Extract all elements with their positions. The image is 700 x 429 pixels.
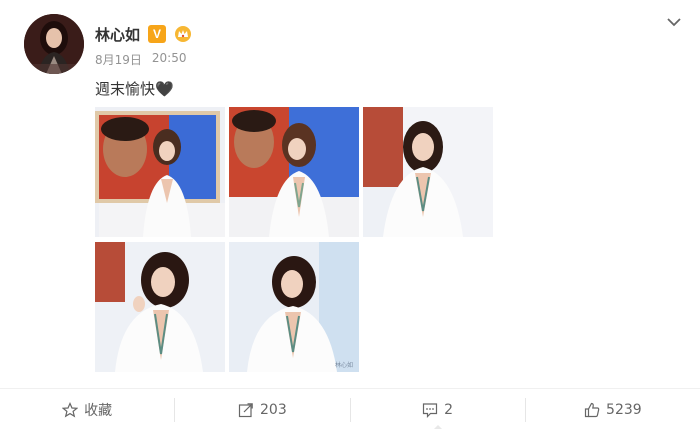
post-action-bar: 收藏 203 2 5239 (0, 388, 700, 429)
post-photo-3[interactable] (363, 107, 493, 237)
repost-button[interactable]: 203 (175, 389, 349, 429)
post-photo-4[interactable] (95, 242, 225, 372)
like-button[interactable]: 5239 (526, 389, 700, 429)
post-photo-5[interactable]: 林心如 (229, 242, 359, 372)
weibo-post-card: 林心如 V 8月19日 20:50 週末愉快🖤 林心如 收藏 203 2 523… (0, 0, 700, 429)
star-icon (62, 401, 79, 417)
repost-count: 203 (260, 401, 287, 418)
author-avatar[interactable] (24, 14, 84, 74)
author-name[interactable]: 林心如 (95, 24, 140, 45)
post-date[interactable]: 8月19日 (95, 51, 142, 68)
share-icon (238, 402, 253, 417)
like-count: 5239 (606, 401, 642, 418)
comment-count: 2 (444, 401, 454, 418)
favorite-button[interactable]: 收藏 (0, 389, 174, 429)
active-tab-indicator (432, 425, 443, 429)
post-photo-1[interactable] (95, 107, 225, 237)
post-meta: 8月19日 20:50 (95, 51, 187, 68)
post-photo-2[interactable] (229, 107, 359, 237)
thumbs-up-icon (584, 402, 600, 417)
comment-button[interactable]: 2 (351, 389, 525, 429)
favorite-label: 收藏 (84, 402, 113, 419)
chevron-down-icon (667, 17, 681, 26)
post-time[interactable]: 20:50 (152, 51, 187, 68)
vip-crown-icon (174, 25, 192, 43)
photo-watermark: 林心如 (334, 362, 353, 369)
comment-icon (423, 402, 438, 418)
author-row: 林心如 V (95, 22, 192, 46)
post-text: 週末愉快🖤 (95, 80, 174, 98)
verified-icon: V (148, 25, 167, 43)
more-options-button[interactable] (664, 14, 684, 30)
